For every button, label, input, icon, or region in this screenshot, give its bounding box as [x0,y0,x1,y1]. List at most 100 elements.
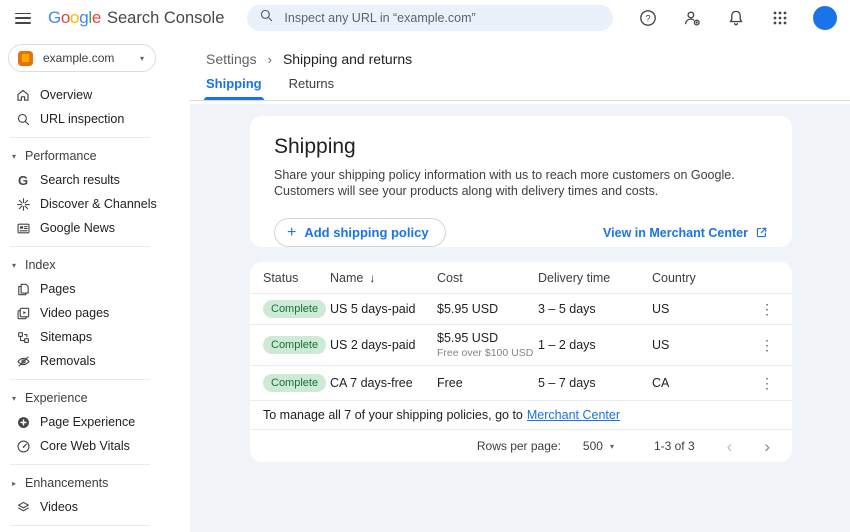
video-pages-icon [15,305,31,321]
policy-delivery-time: 5 – 7 days [538,376,596,390]
sidebar-item-label: Pages [40,282,76,296]
sort-arrow-icon: ↓ [369,270,376,285]
sidebar-item-label: Search results [40,173,120,187]
policy-name: US 5 days-paid [330,302,416,316]
hamburger-icon[interactable] [15,12,31,24]
sidebar-section-label: Index [25,258,56,272]
sidebar-item-label: URL inspection [40,112,125,126]
product-name: Search Console [107,9,225,27]
sidebar-section-label: Performance [25,149,97,163]
rows-per-page-select[interactable]: 500 ▾ [583,439,614,453]
row-menu-kebab-icon[interactable]: ⋮ [754,337,780,354]
top-app-bar: Google Search Console ? [0,0,850,36]
column-header-name[interactable]: Name ↓ [330,271,437,285]
sidebar-item-label: Sitemaps [40,330,93,344]
tab-shipping[interactable]: Shipping [204,76,264,100]
sidebar-item-core-web-vitals[interactable]: Core Web Vitals [0,434,190,458]
policy-delivery-time: 1 – 2 days [538,338,596,352]
page-experience-icon [15,414,31,430]
sidebar-nav: Overview URL inspection ▾ Performance G … [0,83,190,532]
pages-icon [15,281,31,297]
sidebar-section-index[interactable]: ▾ Index [0,253,190,277]
table-row: Complete US 2 days-paid $5.95 USD Free o… [250,324,792,365]
pagination-range: 1-3 of 3 [653,439,695,453]
page-title: Shipping and returns [282,51,413,67]
search-icon [259,8,274,28]
next-page-button[interactable]: › [764,438,770,455]
google-g-icon: G [17,172,29,188]
sidebar-item-sitemaps[interactable]: Sitemaps [0,325,190,349]
removals-icon [15,353,31,369]
core-web-vitals-icon [15,438,31,454]
column-header-delivery-time[interactable]: Delivery time [538,271,652,285]
column-header-cost[interactable]: Cost [437,271,538,285]
avatar[interactable] [813,6,837,30]
user-settings-icon[interactable] [683,9,701,27]
card-description: Share your shipping policy information w… [274,168,735,198]
divider [10,379,150,380]
url-inspect-searchbar[interactable] [247,5,613,31]
divider [10,246,150,247]
sidebar-item-removals[interactable]: Removals [0,349,190,373]
chevron-down-icon: ▾ [609,441,614,451]
logo-letter: o [70,8,80,27]
logo-letter: o [60,8,71,27]
sidebar-item-discover-channels[interactable]: Discover & Channels [0,192,190,216]
apps-grid-icon[interactable] [771,9,789,27]
sidebar-item-search-results[interactable]: G Search results [0,168,190,192]
logo-letter: g [79,8,89,27]
divider [10,464,150,465]
search-input[interactable] [284,11,601,25]
table-row: Complete US 5 days-paid $5.95 USD 3 – 5 … [250,293,792,324]
divider [10,137,150,138]
sidebar-item-overview[interactable]: Overview [0,83,190,107]
sidebar-item-url-inspection[interactable]: URL inspection [0,107,190,131]
main-panel: Settings › Shipping and returns Shipping… [190,36,850,532]
property-selector[interactable]: example.com ▾ [8,44,156,72]
view-in-merchant-center-link[interactable]: View in Merchant Center [603,226,768,240]
sidebar-section-enhancements[interactable]: ▸ Enhancements [0,471,190,495]
chevron-down-icon: ▾ [12,393,17,403]
column-header-country[interactable]: Country [652,271,754,285]
chevron-down-icon: ▾ [12,260,17,270]
policy-country: CA [652,376,670,390]
url-inspection-icon [15,111,31,127]
sidebar-item-label: Google News [40,221,116,235]
row-menu-kebab-icon[interactable]: ⋮ [754,301,780,318]
column-header-status[interactable]: Status [263,271,330,285]
shipping-info-card: Shipping Share your shipping policy info… [250,116,792,247]
sidebar-section-experience[interactable]: ▾ Experience [0,386,190,410]
sidebar-item-label: Page Experience [40,415,136,429]
sidebar-item-google-news[interactable]: Google News [0,216,190,240]
home-icon [15,87,31,103]
sidebar-section-performance[interactable]: ▾ Performance [0,144,190,168]
policy-country: US [652,338,670,352]
sidebar-section-label: Enhancements [25,476,109,490]
logo-letter: e [91,8,101,27]
merchant-center-link[interactable]: Merchant Center [527,408,620,422]
breadcrumb-settings[interactable]: Settings [206,51,257,67]
sidebar-item-pages[interactable]: Pages [0,277,190,301]
sidebar-item-videos[interactable]: Videos [0,495,190,519]
tab-returns[interactable]: Returns [289,76,335,100]
logo-letter: G [47,8,61,27]
previous-page-button[interactable]: ‹ [727,438,733,455]
header-actions: ? [613,6,837,30]
row-menu-kebab-icon[interactable]: ⋮ [754,375,780,392]
svg-text:?: ? [645,13,650,24]
property-icon [18,50,33,66]
add-shipping-policy-button[interactable]: + Add shipping policy [274,218,446,247]
sidebar-item-label: Removals [40,354,96,368]
shipping-policies-table: Status Name ↓ Cost Delivery time Country … [250,262,792,462]
app-logo[interactable]: Google Search Console [48,8,224,28]
videos-layers-icon [15,499,31,515]
status-badge: Complete [263,374,327,392]
sidebar-item-page-experience[interactable]: Page Experience [0,410,190,434]
sidebar-item-label: Video pages [40,306,110,320]
content-area: Shipping Share your shipping policy info… [190,104,850,532]
external-link-icon [756,227,767,238]
help-icon[interactable]: ? [639,9,657,27]
notifications-icon[interactable] [727,9,745,27]
cost-note: Free over $100 USD [437,347,534,359]
sidebar-item-video-pages[interactable]: Video pages [0,301,190,325]
